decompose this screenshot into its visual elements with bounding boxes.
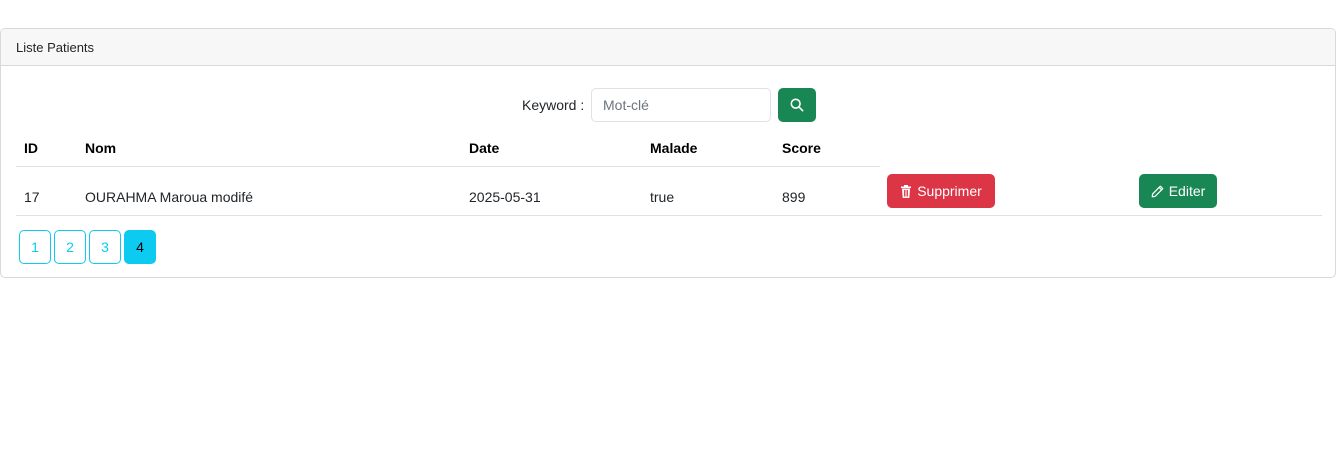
cell-score: 899 — [782, 189, 806, 205]
page-button-1[interactable]: 1 — [19, 230, 51, 264]
trash-icon — [900, 184, 912, 198]
cell-id: 17 — [24, 189, 40, 205]
cell-date: 2025-05-31 — [469, 189, 541, 205]
delete-button-label: Supprimer — [917, 183, 982, 199]
column-header-date: Date — [469, 140, 500, 156]
pagination: 1 2 3 4 — [19, 230, 156, 264]
column-header-score: Score — [782, 140, 821, 156]
pencil-icon — [1151, 185, 1164, 198]
keyword-input[interactable] — [591, 88, 771, 122]
keyword-label: Keyword : — [522, 97, 585, 113]
page-button-4[interactable]: 4 — [124, 230, 156, 264]
cell-malade: true — [650, 189, 675, 205]
search-bar: Keyword : — [1, 88, 1335, 122]
card-header-title: Liste Patients — [1, 29, 1335, 66]
column-header-id: ID — [24, 140, 38, 156]
column-header-malade: Malade — [650, 140, 698, 156]
search-button[interactable] — [778, 88, 816, 122]
search-icon — [790, 98, 804, 112]
edit-button[interactable]: Editer — [1139, 174, 1217, 208]
cell-nom: OURAHMA Maroua modifé — [85, 189, 254, 205]
delete-button[interactable]: Supprimer — [887, 174, 995, 208]
page-button-3[interactable]: 3 — [89, 230, 121, 264]
table-header-row: ID Nom Date Malade Score — [16, 130, 880, 167]
patients-card: Liste Patients Keyword : ID Nom Date Mal… — [0, 28, 1336, 278]
column-header-nom: Nom — [85, 140, 117, 156]
page-button-2[interactable]: 2 — [54, 230, 86, 264]
edit-button-label: Editer — [1168, 183, 1206, 199]
table-row: 17 OURAHMA Maroua modifé 2025-05-31 true… — [16, 167, 1322, 216]
